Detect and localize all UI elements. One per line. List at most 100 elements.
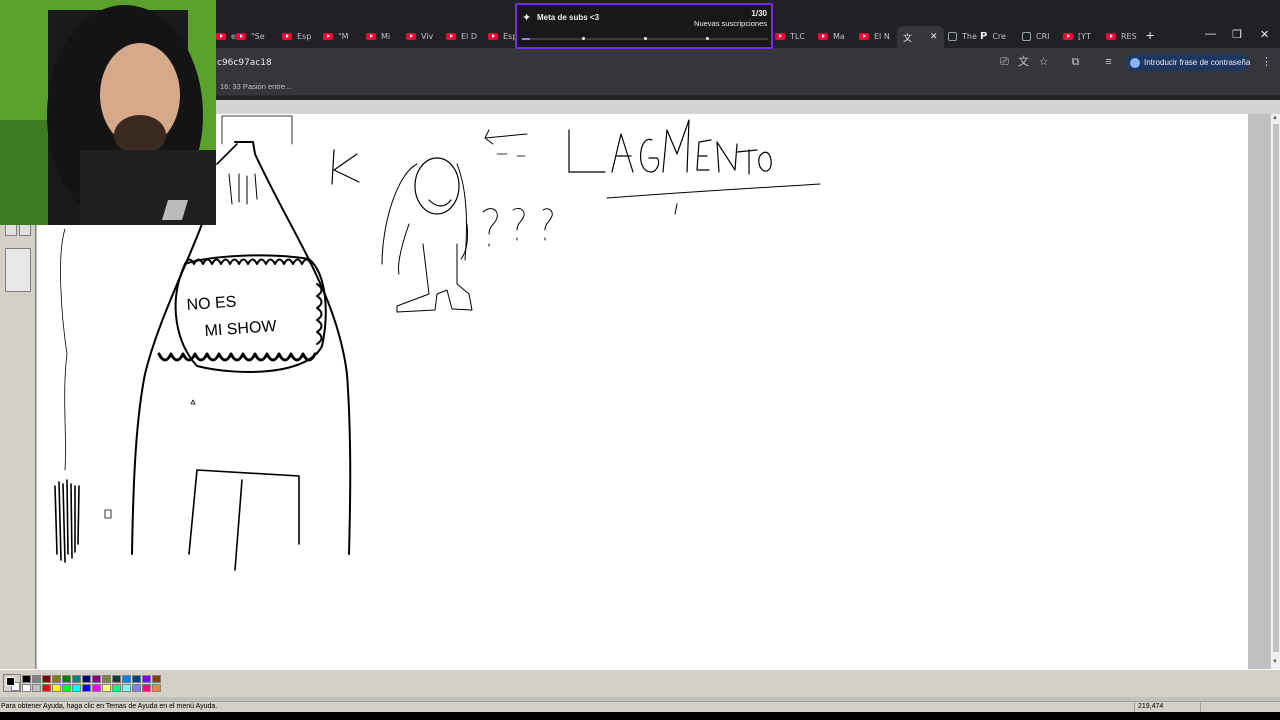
tool-options-box[interactable]	[5, 248, 31, 292]
password-chip[interactable]: Introducir frase de contraseña	[1125, 54, 1250, 71]
scroll-down-icon[interactable]: ▼	[1272, 659, 1278, 665]
browser-tab[interactable]: El N	[859, 28, 890, 44]
minimize-icon[interactable]: —	[1205, 28, 1216, 40]
color-swatch[interactable]	[92, 684, 101, 692]
youtube-icon	[818, 32, 828, 40]
sign-line-1: NO ES	[186, 294, 237, 314]
youtube-icon	[488, 32, 498, 40]
youtube-icon	[406, 32, 416, 40]
browser-tab[interactable]: 文 ✕	[897, 26, 944, 48]
sub-goal-widget: ✦ Meta de subs <3 1/30 Nuevas suscripcio…	[515, 3, 773, 49]
webcam-image	[0, 0, 216, 225]
key-icon	[1130, 57, 1140, 68]
tab-label: Esp	[297, 31, 312, 41]
drawing-canvas[interactable]: NO ES MI SHOW	[37, 114, 1248, 669]
browser-tab[interactable]: "M	[323, 28, 349, 44]
color-swatch[interactable]	[112, 675, 121, 683]
color-swatch[interactable]	[52, 675, 61, 683]
color-swatch[interactable]	[22, 675, 31, 683]
bookmark-item[interactable]: 16: 33 Pasión entre...	[220, 82, 291, 91]
screen: e "Se Esp "M Mi Viv El D Esp TLC Ma El N 文 ✕ The P Cre C…	[0, 0, 1280, 720]
color-swatch[interactable]	[42, 675, 51, 683]
youtube-icon	[282, 32, 292, 40]
color-swatch[interactable]	[142, 675, 151, 683]
current-colors[interactable]	[3, 674, 21, 692]
tab-label: RES	[1121, 31, 1137, 41]
goal-milestone	[706, 37, 709, 40]
tab-label: Cre	[992, 31, 1006, 41]
youtube-icon	[859, 32, 869, 40]
color-swatch[interactable]	[102, 684, 111, 692]
tab-label: TLC	[790, 31, 805, 41]
foreground-color	[6, 677, 15, 686]
browser-tab[interactable]: The	[948, 28, 977, 44]
tab-label: Mi	[381, 31, 391, 41]
extensions-icon[interactable]: ⧉	[1069, 56, 1082, 69]
color-swatch[interactable]	[152, 684, 161, 692]
vertical-scrollbar[interactable]: ▲ ▼	[1270, 114, 1280, 669]
browser-tab[interactable]: RES	[1106, 28, 1137, 44]
goal-star-icon: ✦	[522, 12, 532, 24]
install-icon[interactable]: ⎚	[998, 56, 1011, 69]
tab-close-icon[interactable]: ✕	[930, 32, 938, 42]
color-swatch[interactable]	[142, 684, 151, 692]
tool-button[interactable]	[19, 224, 31, 236]
color-swatch[interactable]	[122, 675, 131, 683]
color-swatch[interactable]	[92, 675, 101, 683]
browser-tab[interactable]: [YT	[1063, 28, 1091, 44]
tool-button[interactable]	[5, 224, 17, 236]
color-swatch[interactable]	[32, 684, 41, 692]
translate-icon[interactable]: 文	[1017, 56, 1030, 69]
color-swatch[interactable]	[32, 675, 41, 683]
color-swatch[interactable]	[82, 675, 91, 683]
browser-tab[interactable]: CRI	[1022, 28, 1050, 44]
media-icon[interactable]: ≡	[1102, 56, 1115, 69]
browser-tab[interactable]: e	[216, 28, 236, 44]
tab-label: Ma	[833, 31, 845, 41]
tab-label: CRI	[1036, 31, 1050, 41]
color-swatch[interactable]	[72, 684, 81, 692]
goal-progress-bar	[522, 37, 768, 40]
color-swatch[interactable]	[152, 675, 161, 683]
color-swatch[interactable]	[42, 684, 51, 692]
scroll-thumb[interactable]	[1273, 124, 1279, 652]
color-swatch[interactable]	[52, 684, 61, 692]
tab-label: "M	[338, 31, 349, 41]
youtube-icon	[775, 32, 785, 40]
screen-bottom-edge	[0, 712, 1280, 720]
generic-icon	[1022, 31, 1031, 41]
color-swatch[interactable]	[112, 684, 121, 692]
browser-tab[interactable]: P Cre	[980, 28, 1006, 44]
color-swatch[interactable]	[132, 675, 141, 683]
browser-tab[interactable]: Viv	[406, 28, 433, 44]
color-swatch[interactable]	[22, 684, 31, 692]
scroll-up-icon[interactable]: ▲	[1272, 115, 1278, 121]
goal-title: Meta de subs <3	[537, 13, 600, 22]
youtube-icon	[323, 32, 333, 40]
color-swatch[interactable]	[62, 675, 71, 683]
browser-tab[interactable]: TLC	[775, 28, 805, 44]
browser-tab[interactable]: Esp	[488, 28, 517, 44]
color-swatch[interactable]	[62, 684, 71, 692]
new-tab-button[interactable]: +	[1146, 27, 1154, 43]
color-swatch[interactable]	[72, 675, 81, 683]
browser-tab[interactable]: El D	[446, 28, 477, 44]
browser-tab[interactable]: Ma	[818, 28, 845, 44]
color-swatch[interactable]	[122, 684, 131, 692]
close-window-icon[interactable]: ✕	[1260, 28, 1269, 41]
browser-tab[interactable]: Esp	[282, 28, 311, 44]
menu-kebab-icon[interactable]: ⋮	[1260, 56, 1273, 69]
color-swatch[interactable]	[82, 684, 91, 692]
url-text[interactable]: c96c97ac18	[217, 58, 272, 68]
youtube-icon	[236, 32, 246, 40]
browser-tab[interactable]: "Se	[236, 28, 265, 44]
canvas-gutter	[1248, 114, 1270, 669]
goal-count: 1/30	[751, 9, 767, 18]
browser-tab[interactable]: Mi	[366, 28, 390, 44]
restore-icon[interactable]: ❐	[1232, 28, 1242, 41]
tab-label: El N	[874, 31, 890, 41]
goal-milestone	[582, 37, 585, 40]
color-swatch[interactable]	[132, 684, 141, 692]
color-swatch[interactable]	[102, 675, 111, 683]
bookmark-star-icon[interactable]: ☆	[1037, 56, 1050, 69]
